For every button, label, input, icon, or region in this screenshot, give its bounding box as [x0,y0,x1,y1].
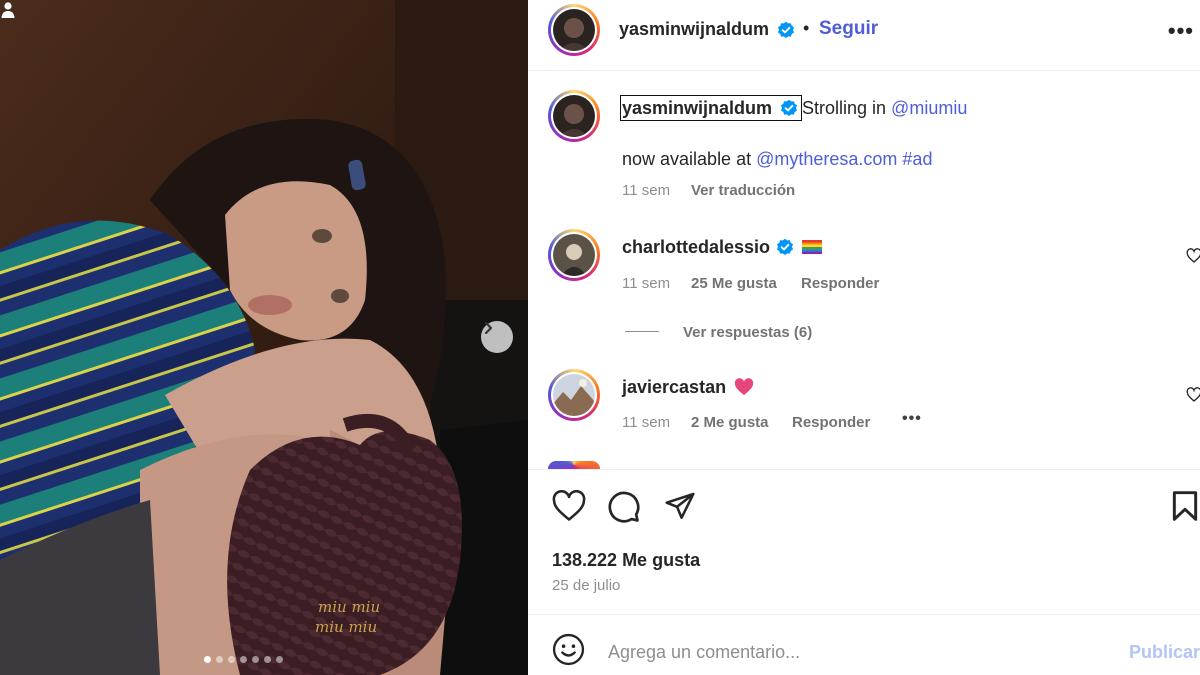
carousel-dot [276,656,283,663]
comment-author[interactable]: javiercastan [622,377,726,398]
publish-button[interactable]: Publicar [1129,642,1200,663]
comment-avatar[interactable] [548,229,600,281]
add-comment-bar: Agrega un comentario... Publicar [528,614,1200,675]
instagram-post-view: miu miu miu miu yasminwijnaldum • Seguir… [0,0,1200,675]
caption-text: Strolling in [802,98,892,118]
comment-bubble-icon[interactable] [607,490,641,524]
like-comment-heart-icon[interactable] [1186,387,1200,403]
avatar-image [553,95,595,137]
author-avatar[interactable] [548,4,600,56]
carousel-dot [240,656,247,663]
reply-button[interactable]: Responder [801,275,879,292]
pink-heart-icon [734,378,754,396]
header-separator: • [803,18,810,38]
avatar-image [553,374,595,416]
hashtag-link[interactable]: #ad [902,149,932,169]
post-options-button[interactable]: ••• [1168,18,1194,44]
avatar-image [553,9,595,51]
comment-options-button[interactable]: ••• [902,410,922,428]
comment-avatar[interactable] [548,369,600,421]
comment-time[interactable]: 11 sem [622,414,670,431]
comment-likes[interactable]: 25 Me gusta [691,275,777,292]
verified-badge-icon [781,99,797,116]
view-replies-button[interactable]: Ver respuestas (6) [683,324,812,341]
caption-line-1: Strolling in @miumiu [802,98,967,119]
caption-author-avatar[interactable] [548,90,600,142]
post-photo-illustration: miu miu miu miu [0,0,528,675]
likes-count[interactable]: 138.222 Me gusta [552,550,700,571]
comment-time[interactable]: 11 sem [622,275,670,292]
rainbow-flag-icon [802,240,822,254]
avatar-image [553,234,595,276]
carousel-dot [216,656,223,663]
post-photo[interactable]: miu miu miu miu [0,0,528,675]
bag-logo-2: miu miu [315,618,377,636]
mention-link[interactable]: @miumiu [891,98,967,118]
like-heart-icon[interactable] [552,490,586,522]
chevron-right-icon [484,321,493,335]
post-actions: 138.222 Me gusta 25 de julio Agrega un c… [528,469,1200,675]
like-comment-heart-icon[interactable] [1186,248,1200,264]
comment-input[interactable]: Agrega un comentario... [608,642,800,663]
comment-avatar-partial [548,461,600,469]
carousel-indicator [204,656,283,663]
mention-link[interactable]: @mytheresa.com [756,149,897,169]
comment-author[interactable]: charlottedalessio [622,237,770,258]
verified-badge-icon [778,21,794,38]
post-sidebar: yasminwijnaldum • Seguir ••• yasminwijna… [528,0,1200,675]
carousel-dot [252,656,259,663]
caption-line-2: now available at @mytheresa.com #ad [622,149,932,170]
next-image-button[interactable] [481,321,513,353]
carousel-dot [264,656,271,663]
emoji-picker-icon[interactable] [552,633,585,666]
replies-line [625,331,659,332]
caption-time[interactable]: 11 sem [622,182,670,199]
user-tag-icon[interactable] [0,0,16,20]
translate-button[interactable]: Ver traducción [691,182,795,199]
caption-text: now available at [622,149,757,169]
save-bookmark-icon[interactable] [1171,490,1199,522]
reply-button[interactable]: Responder [792,414,870,431]
author-username[interactable]: yasminwijnaldum [619,19,769,40]
bag-logo: miu miu [318,598,380,616]
post-date[interactable]: 25 de julio [552,577,620,594]
carousel-dot [204,656,211,663]
post-header: yasminwijnaldum • Seguir ••• [528,0,1200,71]
follow-button[interactable]: Seguir [819,18,878,40]
caption-author-username[interactable]: yasminwijnaldum [622,98,772,119]
share-send-icon[interactable] [664,490,696,522]
carousel-dot [228,656,235,663]
comment-likes[interactable]: 2 Me gusta [691,414,769,431]
verified-badge-icon [777,238,793,255]
